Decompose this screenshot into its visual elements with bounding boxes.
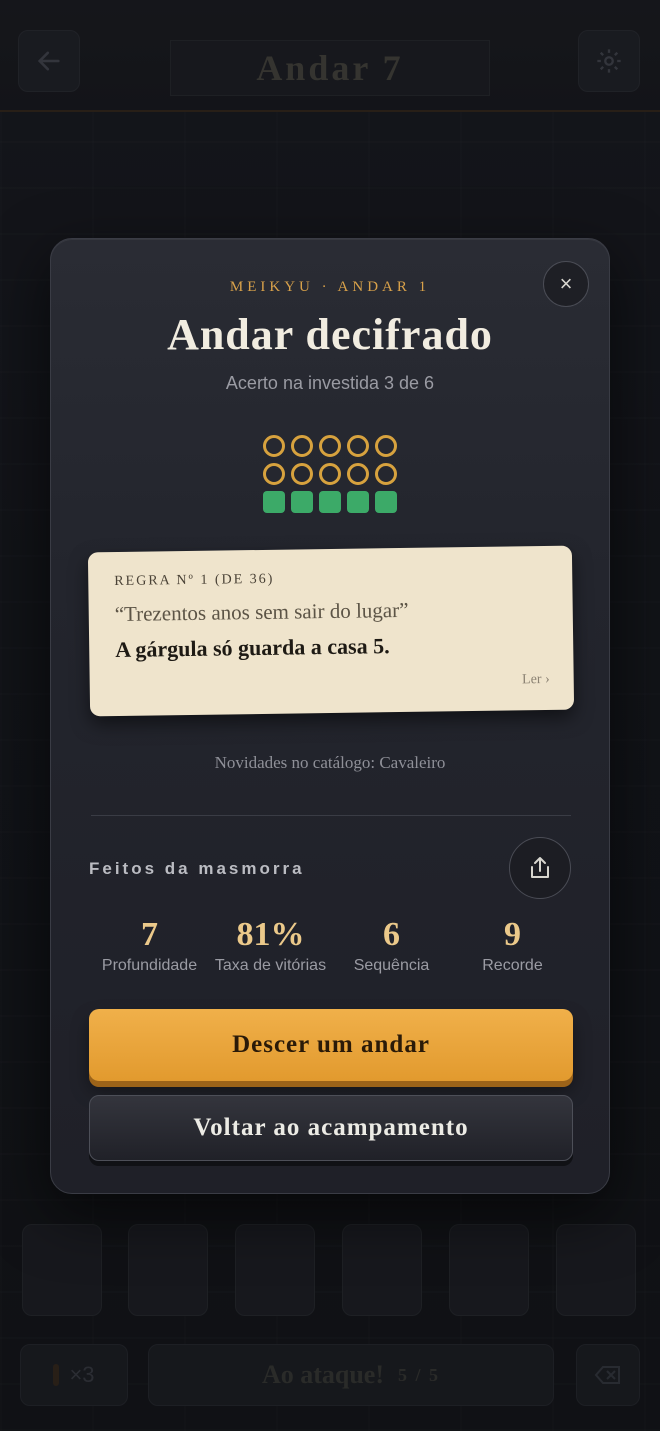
attempt-grid	[263, 435, 399, 513]
stat-win-rate: 81% Taxa de vitórias	[210, 915, 331, 975]
attempt-empty-marker	[263, 463, 285, 485]
read-link[interactable]: Ler ›	[522, 672, 550, 688]
attempt-hit-marker	[291, 491, 313, 513]
divider	[91, 815, 571, 816]
modal-subtitle: Acerto na investida 3 de 6	[225, 373, 435, 393]
stat-value: 81%	[236, 916, 305, 953]
stats-row: 7 Profundidade 81% Taxa de vitórias 6 Se…	[89, 915, 573, 975]
attempt-empty-marker	[347, 435, 369, 457]
attempt-empty-marker	[319, 463, 341, 485]
stat-value: 7	[141, 916, 158, 953]
attempt-hit-marker	[347, 491, 369, 513]
floor-complete-modal: × MEIKYU · ANDAR 1 Andar decifrado Acert…	[50, 238, 610, 1194]
stat-label: Recorde	[482, 957, 543, 974]
attempt-empty-marker	[347, 463, 369, 485]
attempt-empty-marker	[319, 435, 341, 457]
attempt-empty-marker	[263, 435, 285, 457]
attempt-empty-marker	[375, 435, 397, 457]
share-icon	[531, 857, 549, 878]
stat-streak: 6 Sequência	[331, 915, 452, 975]
rule-text: A gárgula só guarda a casa 5.	[115, 633, 390, 663]
attempt-empty-marker	[291, 435, 313, 457]
descend-button[interactable]: Descer um andar	[89, 1009, 573, 1081]
rule-label: REGRA Nº 1 (DE 36)	[114, 571, 275, 590]
stat-label: Profundidade	[101, 957, 198, 974]
catalog-note: Novidades no catálogo: Cavaleiro	[214, 753, 446, 772]
share-button[interactable]	[509, 837, 571, 899]
attempt-hit-marker	[375, 491, 397, 513]
stat-value: 6	[383, 916, 400, 953]
attempt-empty-marker	[375, 463, 397, 485]
stat-label: Taxa de vitórias	[214, 957, 327, 974]
feats-label: Feitos da masmorra	[89, 859, 305, 878]
attempt-empty-marker	[291, 463, 313, 485]
attempt-hit-marker	[263, 491, 285, 513]
stat-label: Sequência	[353, 957, 430, 974]
stat-depth: 7 Profundidade	[89, 915, 210, 975]
stat-value: 9	[504, 916, 521, 953]
rule-card[interactable]: REGRA Nº 1 (DE 36) “Trezentos anos sem s…	[87, 545, 575, 717]
rule-quote: “Trezentos anos sem sair do lugar”	[114, 597, 409, 627]
modal-title: Andar decifrado	[167, 310, 493, 359]
modal-eyebrow: MEIKYU · ANDAR 1	[229, 279, 431, 295]
attempt-hit-marker	[319, 491, 341, 513]
return-to-camp-button[interactable]: Voltar ao acampamento	[89, 1095, 573, 1161]
stat-record: 9 Recorde	[452, 915, 573, 975]
